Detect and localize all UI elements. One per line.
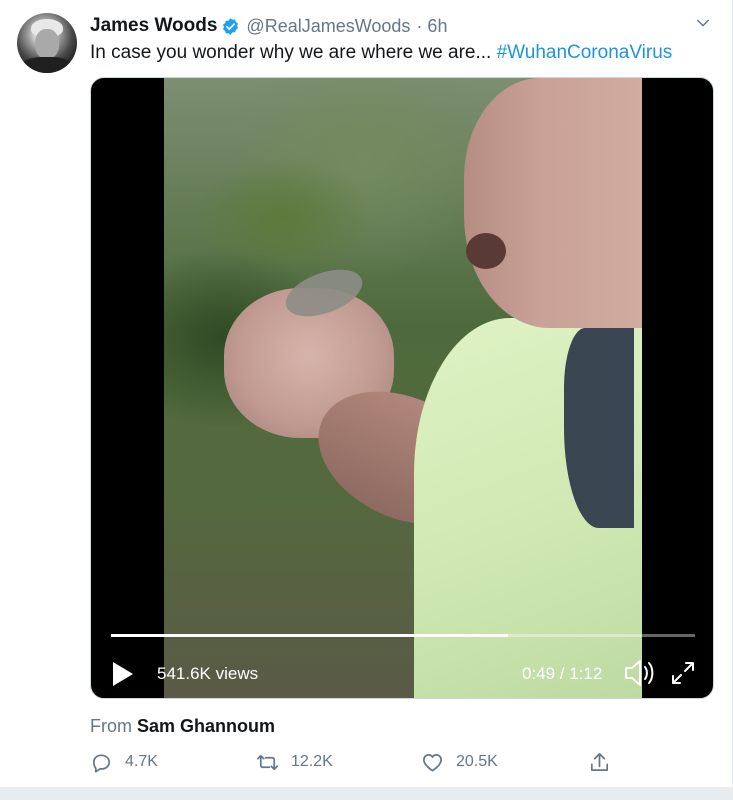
reply-button[interactable]: 4.7K (90, 748, 158, 776)
author-name[interactable]: James Woods (90, 15, 217, 37)
tweet-time[interactable]: · 6h (416, 16, 447, 37)
author-avatar[interactable] (17, 13, 77, 73)
share-icon (590, 752, 609, 771)
tweet-text: In case you wonder why we are where we a… (90, 42, 672, 64)
author-handle[interactable]: @RealJamesWoods (246, 16, 410, 37)
retweet-count: 12.2K (291, 753, 333, 770)
retweet-button[interactable]: 12.2K (256, 748, 333, 776)
like-button[interactable]: 20.5K (421, 748, 498, 776)
like-icon (423, 753, 442, 772)
tweet-body: In case you wonder why we are where we a… (90, 42, 497, 63)
volume-icon[interactable] (623, 658, 655, 688)
video-views: 541.6K views (157, 664, 259, 683)
retweet-icon (257, 754, 278, 770)
attribution-source[interactable]: Sam Ghannoum (137, 716, 275, 736)
video-player[interactable]: 541.6K views 0:49 / 1:12 (90, 77, 714, 699)
like-count: 20.5K (456, 753, 498, 770)
video-progress-bar[interactable] (111, 634, 695, 637)
video-frame[interactable] (164, 78, 642, 698)
chevron-down-icon[interactable] (694, 14, 712, 32)
media-attribution: From Sam Ghannoum (90, 716, 275, 737)
verified-badge-icon (223, 17, 239, 35)
share-button[interactable] (588, 748, 611, 776)
attribution-prefix: From (90, 716, 137, 736)
reply-count: 4.7K (125, 753, 158, 770)
hashtag-link[interactable]: #WuhanCoronaVirus (497, 42, 673, 63)
video-progress-fill (111, 634, 509, 637)
play-icon[interactable] (111, 660, 135, 688)
tweet-card[interactable]: James Woods @RealJamesWoods · 6h In case… (0, 0, 733, 787)
tweet-header: James Woods @RealJamesWoods · 6h (90, 14, 447, 38)
video-time: 0:49 / 1:12 (522, 664, 603, 683)
fullscreen-icon[interactable] (669, 659, 697, 687)
reply-icon (92, 753, 111, 772)
timeline-divider (0, 787, 733, 800)
